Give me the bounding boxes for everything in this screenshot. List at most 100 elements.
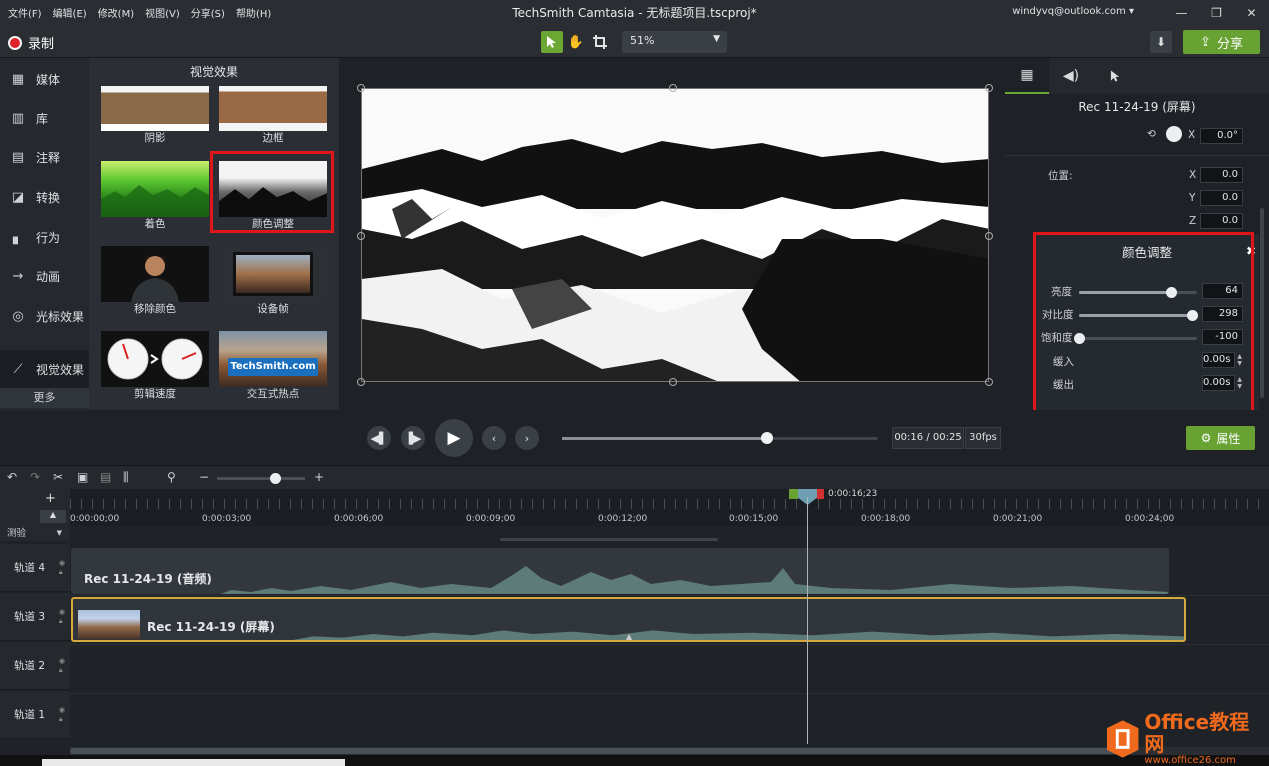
properties-button[interactable]: ⚙ 属性 <box>1186 426 1255 450</box>
position-x-field[interactable]: 0.0 <box>1200 167 1243 183</box>
playhead-time: 0:00:16;23 <box>828 489 878 499</box>
sidebar-item-animations[interactable]: → 动画 <box>0 257 89 295</box>
share-button[interactable]: ⇪ 分享 <box>1183 30 1260 54</box>
playback-scrubber[interactable] <box>562 432 878 444</box>
in-point-marker[interactable] <box>789 489 798 499</box>
rotation-x-field[interactable]: 0.0° <box>1200 128 1243 144</box>
record-label: 录制 <box>28 37 55 52</box>
marker-track[interactable]: 测验 ▼ <box>0 526 70 541</box>
play-icon[interactable]: ▶ <box>435 419 473 457</box>
add-track-icon[interactable]: + <box>45 491 56 506</box>
effect-border[interactable]: 边框 <box>219 86 327 145</box>
menu-view[interactable]: 视图(V) <box>145 5 180 20</box>
watermark-text: Office教程网 www.office26.com <box>1144 711 1267 766</box>
visual-effects-bin: 视觉效果 阴影 边框 着色 颜色调整 移除颜色 设备帧 剪辑速度 TechSmi… <box>89 58 426 466</box>
restore-icon[interactable]: ❐ <box>1199 0 1234 25</box>
lock-icon[interactable]: ◉ 🔒︎ <box>59 657 65 675</box>
resize-handle[interactable] <box>985 378 993 386</box>
zoom-in-icon[interactable]: + <box>314 470 324 484</box>
previous-icon[interactable]: ‹ <box>482 426 506 450</box>
slider-knob[interactable] <box>270 473 281 484</box>
lock-icon[interactable]: ◉ 🔒︎ <box>59 706 65 724</box>
sidebar-item-transitions[interactable]: ◪ 转换 <box>0 178 89 216</box>
download-icon[interactable]: ⬇ <box>1150 31 1172 53</box>
marker-lane[interactable] <box>70 526 1269 541</box>
scrubber-knob[interactable] <box>761 432 774 444</box>
timeline-scrollbar[interactable] <box>70 747 1269 755</box>
out-point-marker[interactable] <box>817 489 824 499</box>
menu-help[interactable]: 帮助(H) <box>236 5 271 20</box>
lock-icon[interactable]: ◉ 🔒︎ <box>59 559 65 577</box>
menu-bar: 文件(F) 编辑(E) 修改(M) 视图(V) 分享(S) 帮助(H) <box>0 5 271 20</box>
sidebar-item-annotations[interactable]: ▤ 注释 <box>0 138 89 176</box>
tab-audio-properties[interactable]: ◀) <box>1049 58 1093 94</box>
zoom-icon[interactable]: ⚲ <box>167 470 176 484</box>
track-header-2[interactable]: 轨道 2 ◉ 🔒︎ <box>0 642 70 690</box>
resize-handle[interactable] <box>669 378 677 386</box>
effect-device-frame[interactable]: 设备帧 <box>219 246 327 316</box>
tab-cursor-properties[interactable] <box>1093 58 1137 94</box>
undo-icon[interactable]: ↶ <box>7 470 17 484</box>
rotation-knob[interactable] <box>1166 126 1182 142</box>
record-button[interactable]: 录制 <box>8 33 54 52</box>
account-menu[interactable]: windyvq@outlook.com ▾ <box>1012 6 1134 17</box>
effect-colorize[interactable]: 着色 <box>101 161 209 231</box>
crop-icon[interactable] <box>589 31 611 53</box>
office-logo-icon <box>1106 720 1139 758</box>
menu-modify[interactable]: 修改(M) <box>98 5 134 20</box>
split-icon[interactable]: ⫼ <box>123 470 129 485</box>
resize-handle[interactable] <box>357 84 365 92</box>
effect-thumbnail: TechSmith.com <box>219 331 327 387</box>
effect-clip-speed[interactable]: 剪辑速度 <box>101 331 209 401</box>
effect-remove-color[interactable]: 移除颜色 <box>101 246 209 316</box>
cut-icon[interactable]: ✂ <box>53 470 63 484</box>
zoom-dropdown[interactable]: 51% ▼ <box>622 31 727 53</box>
menu-edit[interactable]: 编辑(E) <box>53 5 87 20</box>
scrollbar-thumb[interactable] <box>70 748 1120 754</box>
menu-file[interactable]: 文件(F) <box>8 5 42 20</box>
effect-thumbnail <box>101 246 209 302</box>
position-z-field[interactable]: 0.0 <box>1200 213 1243 229</box>
redo-icon[interactable]: ↷ <box>30 470 40 484</box>
collapse-icon[interactable]: ▲ <box>40 510 66 523</box>
step-back-icon[interactable]: ◀▌ <box>367 426 391 450</box>
effect-shadow[interactable]: 阴影 <box>101 86 209 145</box>
resize-handle[interactable] <box>985 232 993 240</box>
sidebar-item-media[interactable]: ▦ 媒体 <box>0 60 89 98</box>
zoom-out-icon[interactable]: − <box>199 470 209 484</box>
timeline-zoom-slider[interactable] <box>217 473 305 484</box>
position-y-field[interactable]: 0.0 <box>1200 190 1243 206</box>
sidebar-item-visual-effects[interactable]: ⟋ 视觉效果 <box>0 350 89 388</box>
timeline-toolbar: ↶ ↷ ✂ ▣ ▤ ⫼ ⚲ − + <box>0 465 1269 489</box>
watermark: Office教程网 www.office26.com <box>1105 711 1267 766</box>
sidebar-item-library[interactable]: ▥ 库 <box>0 99 89 137</box>
menu-share[interactable]: 分享(S) <box>191 5 225 20</box>
pan-hand-icon[interactable]: ✋ <box>565 31 587 53</box>
audio-clip[interactable]: Rec 11-24-19 (音频) <box>71 548 1169 594</box>
next-icon[interactable]: › <box>515 426 539 450</box>
lock-icon[interactable]: ◉ 🔒︎ <box>59 608 65 626</box>
resize-handle[interactable] <box>985 84 993 92</box>
close-icon[interactable]: ✕ <box>1234 0 1269 25</box>
more-button[interactable]: 更多 <box>0 388 89 408</box>
track-header-1[interactable]: 轨道 1 ◉ 🔒︎ <box>0 691 70 739</box>
screen-clip[interactable]: Rec 11-24-19 (屏幕) ▲ <box>71 597 1186 642</box>
sidebar-item-cursor-effects[interactable]: ◎ 光标效果 <box>0 297 89 335</box>
track-header-3[interactable]: 轨道 3 ◉ 🔒︎ <box>0 593 70 641</box>
track-header-4[interactable]: 轨道 4 ◉ 🔒︎ <box>0 544 70 592</box>
timeline-ruler[interactable]: + ▲ 0:00:00;00 0:00:03;00 0:00:06;00 0:0… <box>0 489 1269 526</box>
tab-visual-properties[interactable]: ▦ <box>1005 58 1049 94</box>
resize-handle[interactable] <box>357 378 365 386</box>
copy-icon[interactable]: ▣ <box>77 470 88 484</box>
pointer-tool-icon[interactable] <box>541 31 563 53</box>
paste-icon[interactable]: ▤ <box>100 470 111 484</box>
preview-canvas[interactable] <box>361 88 989 382</box>
sidebar-item-behaviors[interactable]: ▖ 行为 <box>0 218 89 256</box>
step-forward-icon[interactable]: ▐▶ <box>401 426 425 450</box>
minimize-icon[interactable]: — <box>1164 0 1199 25</box>
resize-handle[interactable] <box>357 232 365 240</box>
ruler-label: 0:00:03;00 <box>202 514 252 524</box>
properties-scrollbar[interactable] <box>1260 208 1264 398</box>
effect-interactive-hotspot[interactable]: TechSmith.com 交互式热点 <box>219 331 327 401</box>
resize-handle[interactable] <box>669 84 677 92</box>
